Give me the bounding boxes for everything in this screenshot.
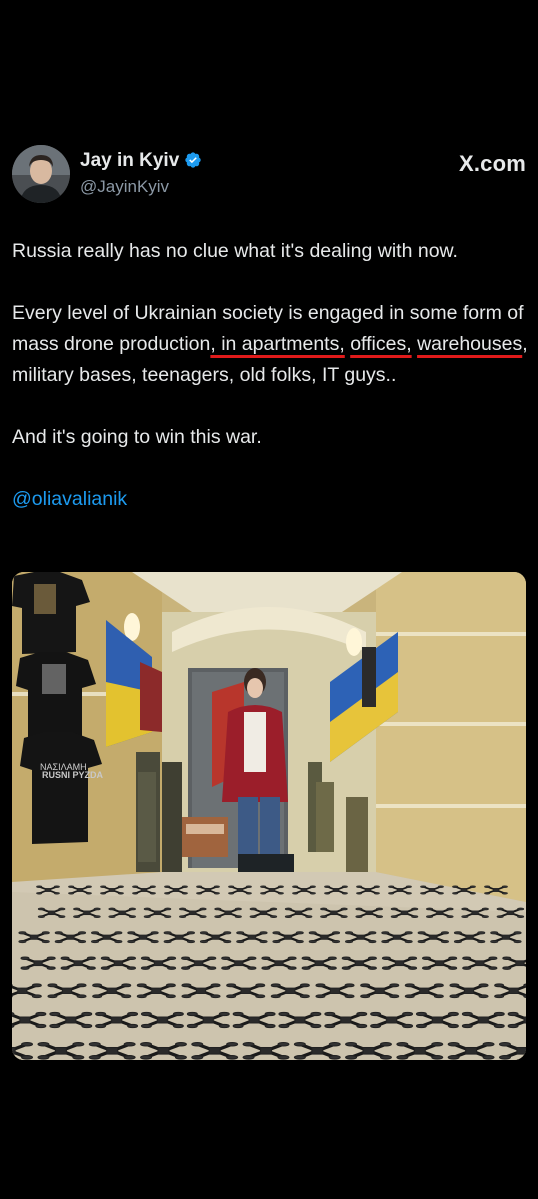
underlined-segment: warehouses [417,333,523,355]
mention-link[interactable]: @oliavalianik [12,484,530,515]
underlined-segment: , in apartments, [210,333,345,355]
brand-label: X.com [458,151,526,176]
underlined-segment: offices, [350,333,412,355]
display-name[interactable]: Jay in Kyiv [80,150,202,175]
verified-badge-icon [184,151,202,175]
profile-photo-icon [12,145,70,203]
handle[interactable]: @JayinKyiv [80,177,169,197]
tweet-line-3: And it's going to win this war. [12,426,262,448]
tweet-paragraph-2: Every level of Ukrainian society is enga… [12,298,530,391]
tweet-line-1: Russia really has no clue what it's deal… [12,240,458,262]
avatar[interactable] [12,145,70,203]
display-name-text: Jay in Kyiv [80,150,180,171]
tweet-photo[interactable]: ΝΑΣΙΛΑΜΗ RUSNI PYZDA [12,572,526,1060]
tweet-header: Jay in Kyiv @JayinKyiv X.com [12,143,526,205]
photo-image-icon: ΝΑΣΙΛΑΜΗ RUSNI PYZDA [12,572,526,1060]
tweet-text: Russia really has no clue what it's deal… [12,236,530,546]
shirt-text-3: RUSNI PYZDA [42,770,104,780]
